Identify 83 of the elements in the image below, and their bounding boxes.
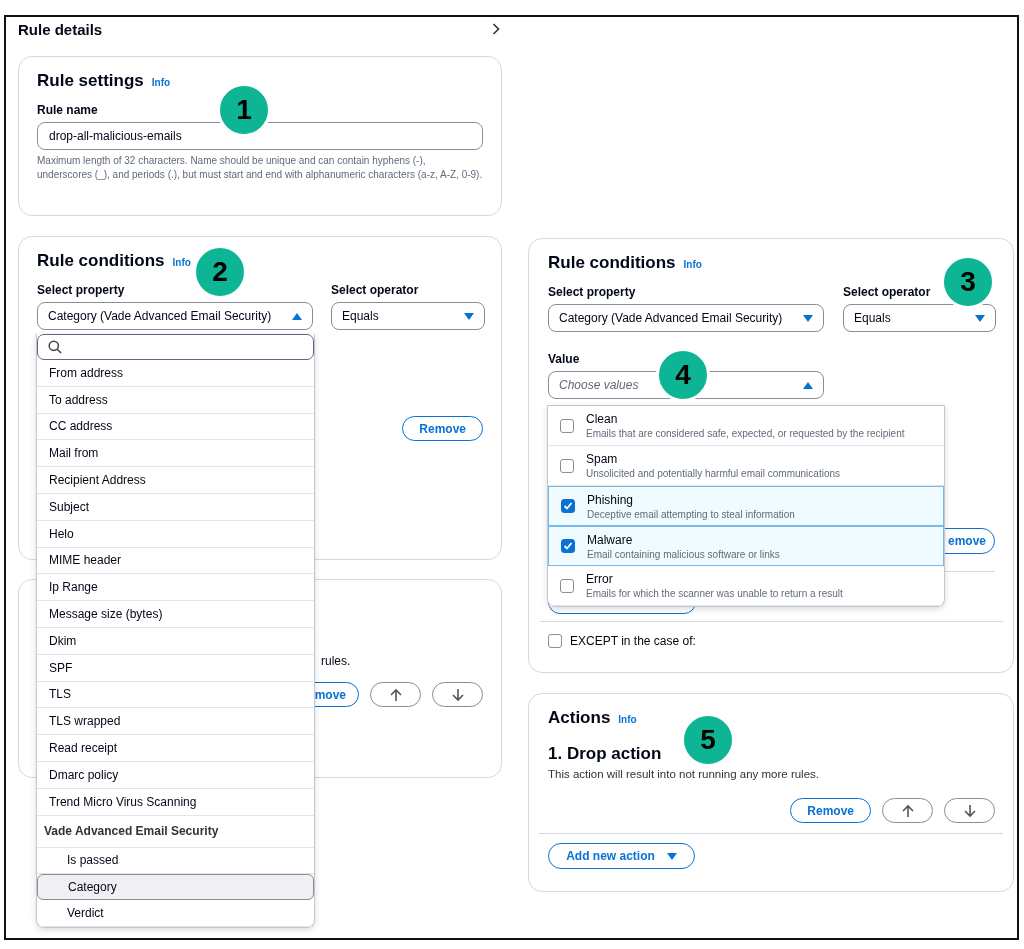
dropdown-option[interactable]: SPF [37, 654, 314, 682]
move-up-button[interactable] [882, 798, 933, 823]
card-title: Rule settings [37, 71, 144, 91]
chevron-right-icon[interactable] [492, 23, 500, 35]
field-label: Select property [548, 285, 636, 299]
option-description: Deceptive email attempting to steal information [587, 508, 795, 520]
checkbox-label: EXCEPT in the case of: [570, 634, 696, 648]
dropdown-option[interactable]: TLS wrapped [37, 708, 314, 736]
dropdown-option[interactable]: Mail from [37, 440, 314, 468]
field-label: Select operator [331, 283, 419, 297]
dropdown-option[interactable]: Dkim [37, 627, 314, 655]
card-title: Rule conditions [548, 253, 676, 273]
field-label: Select property [37, 283, 125, 297]
info-link[interactable]: Info [151, 77, 171, 88]
option-description: Email containing malicious software or links [587, 548, 780, 560]
value-option[interactable]: Clean Emails that are considered safe, expected, or requested by the recipient [548, 406, 944, 446]
option-description: Emails that are considered safe, expected, or requested by the recipient [586, 428, 905, 439]
option-label: Error [586, 572, 614, 586]
arrow-up-icon [900, 803, 915, 818]
dropdown-option[interactable]: MIME header [37, 547, 314, 575]
panel-title: Rule details [18, 20, 103, 38]
remove-button[interactable]: Remove [402, 416, 483, 441]
checkbox[interactable] [561, 539, 575, 553]
property-select[interactable]: Category (Vade Advanced Email Security) [548, 304, 824, 332]
option-description: Unsolicited and potentially harmful email communications [586, 468, 840, 479]
field-label: Rule name [37, 103, 98, 117]
dropdown-option[interactable]: From address [37, 360, 314, 387]
action-title: 1. Drop action [548, 744, 663, 764]
add-new-action-button[interactable]: Add new action [548, 843, 695, 869]
dropdown-option[interactable]: Trend Micro Virus Scanning [37, 788, 314, 816]
dropdown-option[interactable]: TLS [37, 681, 314, 709]
caret-icon [666, 852, 677, 860]
dropdown-option[interactable]: To address [37, 386, 314, 414]
checkbox[interactable] [560, 458, 574, 473]
arrow-up-icon [388, 687, 403, 702]
dropdown-option[interactable]: Ip Range [37, 574, 314, 602]
field-label: Select operator [843, 285, 931, 299]
option-label: Malware [587, 532, 634, 547]
value-option[interactable]: Malware Email containing malicious software or links [548, 526, 944, 566]
operator-select[interactable]: Equals [331, 302, 485, 330]
search-field[interactable] [37, 334, 314, 360]
field-label: Value [548, 352, 580, 366]
card-title: Actions [548, 708, 611, 728]
hint-text: Maximum length of 32 characters. Name should be unique and can contain hyphens (-), underscores (_), and periods (.), but must start and end with alphanumeric characters (a-z, A-Z, 0-9). [37, 154, 483, 182]
card-title: Rule conditions [37, 251, 165, 271]
dropdown-option[interactable]: Category [37, 874, 314, 901]
move-down-button[interactable] [432, 682, 483, 707]
dropdown-option[interactable]: Dmarc policy [37, 761, 314, 789]
search-icon [48, 340, 62, 354]
caret-icon [464, 312, 474, 320]
dropdown-option[interactable]: Message size (bytes) [37, 601, 314, 628]
dropdown-option[interactable]: Recipient Address [37, 467, 314, 494]
arrow-down-icon [962, 803, 977, 818]
checkbox[interactable] [560, 578, 574, 593]
option-label: Spam [586, 452, 619, 466]
info-link[interactable]: Info [618, 714, 637, 725]
caret-icon [975, 314, 985, 322]
option-group-label: Vade Advanced Email Security [37, 815, 314, 848]
info-link[interactable]: Info [683, 259, 702, 270]
dropdown-option[interactable]: Subject [37, 494, 314, 521]
dropdown-option[interactable]: Verdict [37, 900, 314, 928]
value-option[interactable]: Error Emails for which the scanner was unable to return a result [548, 566, 944, 606]
option-description: Emails for which the scanner was unable to return a result [586, 588, 843, 599]
info-link[interactable]: Info [172, 257, 191, 268]
checkbox[interactable] [560, 418, 574, 433]
value-option[interactable]: Phishing Deceptive email attempting to steal information [548, 486, 944, 526]
checkbox[interactable] [561, 499, 575, 513]
property-select[interactable]: Category (Vade Advanced Email Security) [37, 302, 313, 330]
option-label: Phishing [587, 492, 635, 507]
caret-icon [292, 312, 302, 320]
dropdown-option[interactable]: Helo [37, 520, 314, 548]
option-label: Clean [586, 412, 619, 426]
checkbox[interactable] [548, 634, 562, 648]
caret-icon [803, 381, 813, 389]
action-description: This action will result into not running any more rules. [548, 768, 820, 780]
dropdown-option[interactable]: CC address [37, 413, 314, 441]
move-up-button[interactable] [370, 682, 421, 707]
caret-icon [803, 314, 813, 322]
description-text: rules. [321, 654, 351, 670]
remove-button[interactable]: Remove [790, 798, 871, 823]
move-down-button[interactable] [944, 798, 995, 823]
dropdown-option[interactable]: Read receipt [37, 735, 314, 762]
arrow-down-icon [450, 687, 465, 702]
